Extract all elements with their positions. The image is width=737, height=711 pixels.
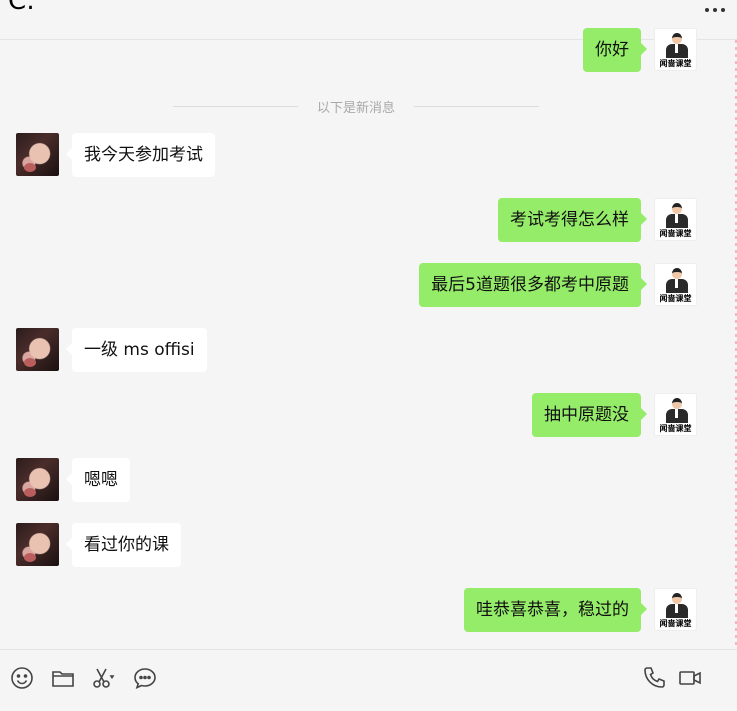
message-bubble-contact: 一级 ms offisi <box>66 328 207 372</box>
emoji-icon[interactable] <box>10 666 34 690</box>
scissors-icon[interactable] <box>91 666 115 690</box>
self-avatar[interactable]: 闻啬课堂 <box>654 393 697 436</box>
chat-bubble-icon[interactable] <box>133 666 157 690</box>
self-avatar[interactable]: 闻啬课堂 <box>654 198 697 241</box>
more-icon[interactable] <box>705 8 725 14</box>
message-bubble-self: 考试考得怎么样 <box>498 198 647 242</box>
contact-avatar[interactable] <box>16 458 59 501</box>
contact-avatar[interactable] <box>16 328 59 371</box>
self-avatar[interactable]: 闻啬课堂 <box>654 28 697 71</box>
folder-icon[interactable] <box>51 666 75 690</box>
message-bubble-contact: 看过你的课 <box>66 523 181 567</box>
message-bubble-contact: 我今天参加考试 <box>66 133 215 177</box>
message-bubble-self: 你好 <box>583 28 647 72</box>
video-icon[interactable] <box>678 666 702 690</box>
chat-title: C: <box>8 0 35 16</box>
message-bubble-contact: 嗯嗯 <box>66 458 130 502</box>
phone-icon[interactable] <box>642 666 666 690</box>
chat-toolbar <box>0 649 737 711</box>
new-messages-divider: 以下是新消息 <box>173 96 539 116</box>
message-bubble-self: 最后5道题很多都考中原题 <box>419 263 647 307</box>
self-avatar[interactable]: 闻啬课堂 <box>654 588 697 631</box>
message-bubble-self: 哇恭喜恭喜，稳过的 <box>464 588 647 632</box>
message-bubble-self: 抽中原题没 <box>532 393 647 437</box>
contact-avatar[interactable] <box>16 133 59 176</box>
self-avatar[interactable]: 闻啬课堂 <box>654 263 697 306</box>
contact-avatar[interactable] <box>16 523 59 566</box>
